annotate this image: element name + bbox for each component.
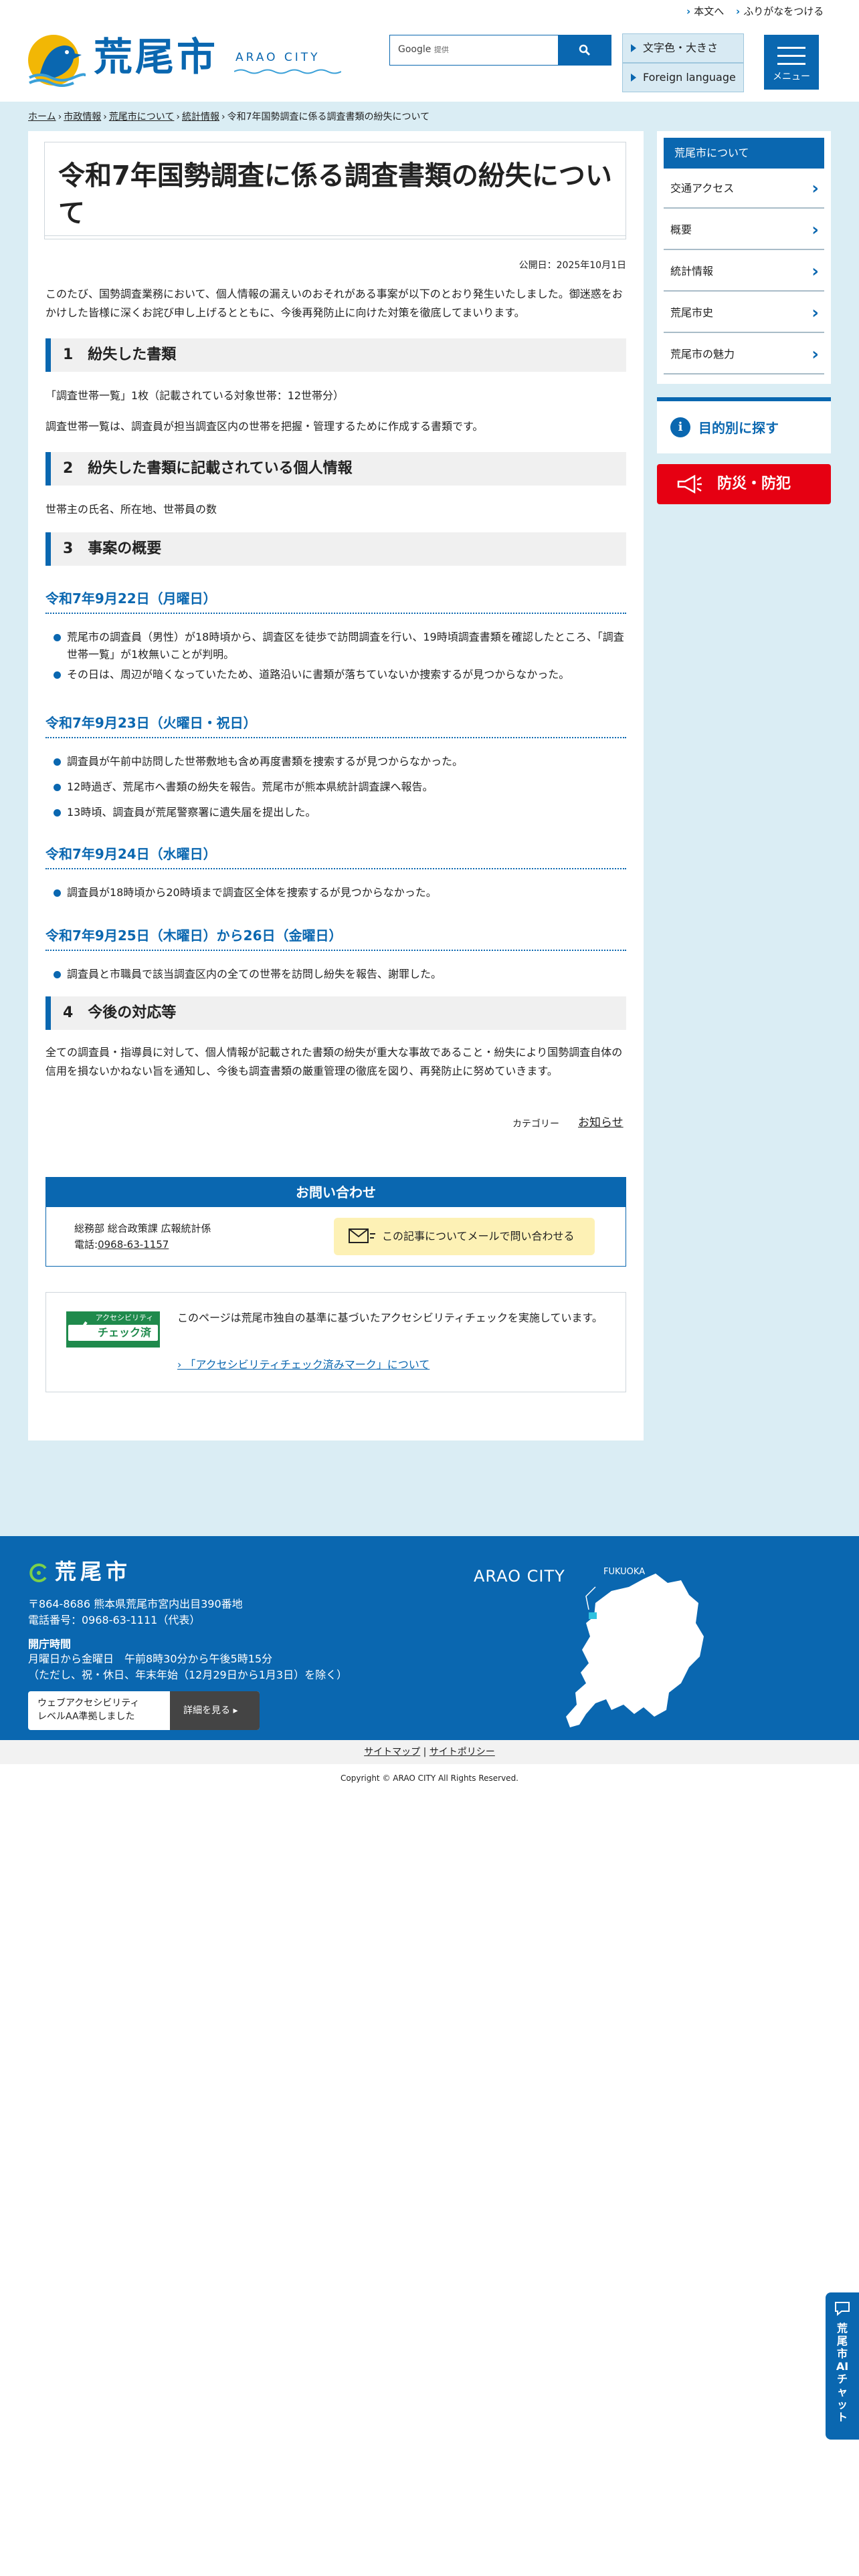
section-heading-2: 2 紛失した書類に記載されている個人情報 — [45, 452, 626, 486]
contact-mail-label: この記事についてメールで問い合わせる — [382, 1230, 575, 1243]
menu-label: メニュー — [773, 72, 810, 82]
accessibility-check-box: アクセシビリティ チェック済 このページは荒尾市独自の基準に基づいたアクセシビリ… — [45, 1292, 626, 1392]
footer-logo-icon — [29, 1564, 47, 1582]
sitemap-link[interactable]: サイトマップ — [364, 1747, 420, 1757]
intro-text: このたび、国勢調査業務において、個人情報の漏えいのおそれがある事案が以下のとおり… — [45, 288, 623, 319]
sidebar-item-history[interactable]: 荒尾市史 — [664, 293, 824, 333]
contact-dept: 総務部 総合政策課 広報統計係 電話:0968-63-1157 — [74, 1220, 211, 1253]
map-city-label: ARAO CITY — [474, 1567, 565, 1586]
breadcrumb: ホーム › 市政情報 › 荒尾市について › 統計情報 › 令和7年国勢調査に係る調査書類の紛失… — [28, 112, 430, 122]
contact-heading: お問い合わせ — [46, 1178, 626, 1207]
accessibility-mark-link[interactable]: › 「アクセシビリティチェック済みマーク」について — [177, 1356, 430, 1372]
foreign-language-button[interactable]: Foreign language — [622, 63, 744, 92]
waa-details-button[interactable]: 詳細を見る ▸ — [170, 1691, 260, 1730]
hamburger-icon — [777, 47, 805, 71]
map-fukuoka-label: FUKUOKA — [603, 1567, 646, 1577]
main-content: 令和7年国勢調査に係る調査書類の紛失について 公開日：2025年10月1日 この… — [28, 131, 644, 1440]
category-link[interactable]: お知らせ — [578, 1113, 624, 1130]
ai-chat-label: 荒尾市AIチャット — [836, 2322, 849, 2424]
breadcrumb-home[interactable]: ホーム — [28, 112, 56, 122]
section-1-para-1: 「調査世帯一覧」1枚（記載されている対象世帯：12世帯分） — [45, 389, 345, 402]
footer-hours: 月曜日から金曜日 午前8時30分から午後5時15分 （ただし、祝・休日、年末年始… — [28, 1652, 348, 1681]
disaster-prevention-button[interactable]: 防災・防犯 — [657, 464, 831, 504]
map-kumamoto-label: KUMAMOTO — [614, 1628, 666, 1638]
mail-icon — [349, 1228, 375, 1243]
site-search: Google 提供 — [389, 35, 611, 66]
date-heading-0925: 令和7年9月25日（木曜日）から26日（金曜日） — [45, 926, 626, 951]
section-heading-4: 4 今後の対応等 — [45, 996, 626, 1030]
megaphone-icon — [677, 475, 702, 494]
waa-text: ウェブアクセシビリティ レベルAA準拠しました — [37, 1698, 140, 1722]
logo-text-en: ARAO CITY — [235, 51, 320, 64]
contact-tel: 電話:0968-63-1157 — [74, 1239, 169, 1251]
list-item: 12時過ぎ、荒尾市へ書類の紛失を報告。荒尾市が熊本県統計調査課へ報告。 — [54, 778, 625, 796]
logo-wave-icon — [234, 69, 341, 74]
page-title: 令和7年国勢調査に係る調査書類の紛失について — [58, 160, 612, 229]
section-heading-3: 3 事案の概要 — [45, 532, 626, 566]
section-2-para-1: 世帯主の氏名、所在地、世帯員の数 — [45, 503, 217, 516]
category-label: カテゴリー — [512, 1119, 559, 1130]
menu-button[interactable]: メニュー — [764, 35, 819, 90]
purpose-search-label: 目的別に探す — [698, 420, 779, 436]
web-accessibility-banner: ウェブアクセシビリティ レベルAA準拠しました 詳細を見る ▸ — [28, 1691, 260, 1730]
sidebar-item-overview[interactable]: 概要 — [664, 210, 824, 250]
accessibility-badge: アクセシビリティ チェック済 — [66, 1311, 160, 1348]
logo-text-jp: 荒尾市 — [94, 34, 219, 80]
accessibility-desc: このページは荒尾市独自の基準に基づいたアクセシビリティチェックを実施しています。 — [177, 1311, 603, 1324]
section-heading-1: 1 紛失した書類 — [45, 338, 626, 372]
copyright: Copyright © ARAO CITY All Rights Reserve… — [341, 1774, 518, 1783]
section-1-para-2: 調査世帯一覧は、調査員が担当調査区内の世帯を把握・管理するために作成する書類です… — [45, 420, 484, 433]
disaster-label: 防災・防犯 — [717, 475, 791, 492]
ai-chat-button[interactable]: 荒尾市AIチャット — [826, 2292, 859, 2440]
contact-tel-link[interactable]: 0968-63-1157 — [98, 1239, 169, 1251]
sidebar-heading[interactable]: 荒尾市について — [664, 138, 824, 169]
list-item: 13時頃、調査員が荒尾警察署に遺失届を提出した。 — [54, 804, 625, 821]
chat-bubble-icon — [835, 2302, 850, 2317]
contact-box: お問い合わせ 総務部 総合政策課 広報統計係 電話:0968-63-1157 こ… — [45, 1177, 626, 1267]
check-icon — [71, 1321, 88, 1338]
section-4-para-1: 全ての調査員・指導員に対して、個人情報が記載された書類の紛失が重大な事故であるこ… — [45, 1046, 623, 1077]
breadcrumb-statistics[interactable]: 統計情報 — [182, 112, 219, 122]
skip-to-content-link[interactable]: 本文へ — [686, 4, 724, 18]
footer-links: サイトマップ | サイトポリシー — [0, 1740, 859, 1764]
sidebar-item-access[interactable]: 交通アクセス — [664, 169, 824, 209]
sidebar-item-charm[interactable]: 荒尾市の魅力 — [664, 334, 824, 374]
utility-bar: 本文へ ふりがなをつける — [0, 0, 859, 20]
kyushu-map: ARAO CITY FUKUOKA KUMAMOTO — [468, 1549, 716, 1737]
published-date: 公開日：2025年10月1日 — [518, 260, 626, 271]
footer-logo: 荒尾市 — [28, 1555, 131, 1586]
footer-phone: 電話番号：0968-63-1111（代表） — [28, 1614, 201, 1626]
search-button[interactable] — [558, 35, 611, 66]
search-input[interactable]: Google 提供 — [398, 44, 449, 55]
text-color-size-button[interactable]: 文字色・大きさ — [622, 33, 744, 63]
list-item: 調査員と市職員で該当調査区内の全ての世帯を訪問し紛失を報告、謝罪した。 — [54, 966, 625, 983]
footer-address: 〒864-8686 熊本県荒尾市宮内出目390番地 電話番号：0968-63-1… — [28, 1596, 243, 1628]
bird-logo-icon — [28, 35, 86, 87]
site-logo[interactable]: 荒尾市 ARAO CITY — [27, 31, 341, 91]
breadcrumb-current: 令和7年国勢調査に係る調査書類の紛失について — [227, 112, 430, 122]
breadcrumb-shisei[interactable]: 市政情報 — [64, 112, 101, 122]
page-title-box: 令和7年国勢調査に係る調査書類の紛失について — [44, 142, 626, 239]
date-heading-0922: 令和7年9月22日（月曜日） — [45, 588, 626, 614]
site-footer: 荒尾市 〒864-8686 熊本県荒尾市宮内出目390番地 電話番号：0968-… — [0, 1536, 859, 1740]
footer-hours-heading: 開庁時間 — [28, 1638, 72, 1650]
list-item: 荒尾市の調査員（男性）が18時頃から、調査区を徒歩で訪問調査を行い、19時頃調査… — [54, 629, 625, 663]
sidebar-item-statistics[interactable]: 統計情報 — [664, 251, 824, 292]
list-item: 調査員が18時頃から20時頃まで調査区全体を捜索するが見つからなかった。 — [54, 884, 625, 901]
furigana-link[interactable]: ふりがなをつける — [736, 4, 824, 18]
list-item: 調査員が午前中訪問した世帯敷地も含め再度書類を捜索するが見つからなかった。 — [54, 753, 625, 770]
date-heading-0923: 令和7年9月23日（火曜日・祝日） — [45, 713, 626, 738]
search-icon — [579, 44, 591, 56]
site-policy-link[interactable]: サイトポリシー — [430, 1747, 495, 1757]
breadcrumb-about[interactable]: 荒尾市について — [109, 112, 175, 122]
footer-logo-text: 荒尾市 — [55, 1559, 132, 1584]
date-heading-0924: 令和7年9月24日（水曜日） — [45, 844, 626, 869]
sidebar: 荒尾市について 交通アクセス 概要 統計情報 荒尾市史 荒尾市の魅力 — [657, 131, 831, 384]
info-icon: i — [670, 417, 690, 437]
contact-mail-button[interactable]: この記事についてメールで問い合わせる — [334, 1218, 595, 1255]
purpose-search-button[interactable]: i 目的別に探す — [657, 397, 831, 453]
list-item: その日は、周辺が暗くなっていたため、道路沿いに書類が落ちていないか捜索するが見つ… — [54, 666, 625, 683]
contact-dept-name: 総務部 総合政策課 広報統計係 — [74, 1222, 211, 1235]
